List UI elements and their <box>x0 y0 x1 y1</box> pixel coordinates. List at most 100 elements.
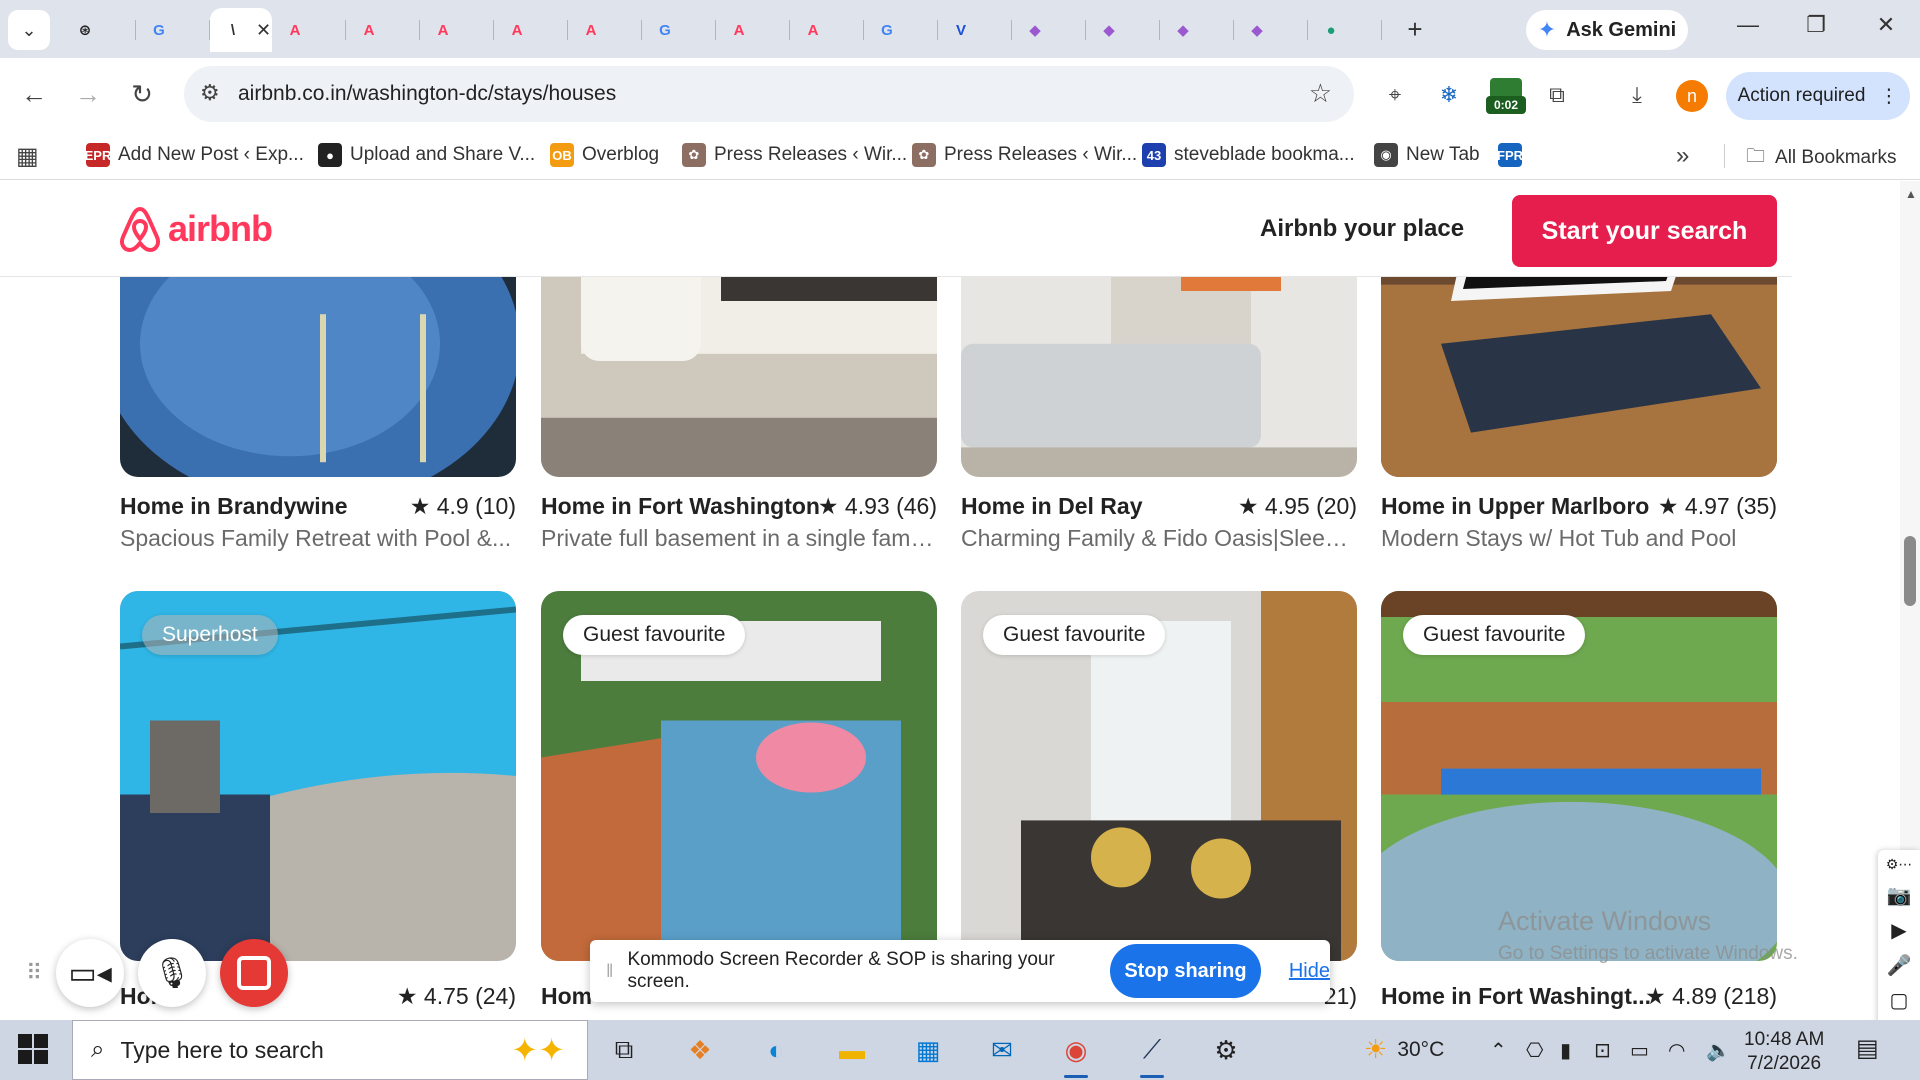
browser-tab[interactable]: A <box>420 8 494 52</box>
bookmark-item[interactable]: ✿ Press Releases ‹ Wir... <box>912 142 1137 168</box>
browser-tab[interactable]: V <box>938 8 1012 52</box>
site-info-icon[interactable]: ⚙ <box>200 80 220 106</box>
wifi-icon[interactable]: ◠ <box>1668 1038 1685 1063</box>
close-tab-icon[interactable]: ✕ <box>256 20 271 41</box>
browser-tab[interactable]: G <box>136 8 210 52</box>
recorder-taskbar-icon[interactable]: ⟋ <box>1130 1030 1174 1078</box>
taskbar-clock[interactable]: 10:48 AM 7/2/2026 <box>1744 1028 1824 1076</box>
location-extension-icon[interactable]: ⌖ <box>1378 78 1412 112</box>
browser-tab[interactable]: ◆ <box>1234 8 1308 52</box>
browser-tab[interactable]: G <box>642 8 716 52</box>
tab-search-button[interactable]: ⌄ <box>8 10 50 50</box>
windows-start-button[interactable] <box>18 1034 50 1066</box>
browser-tab[interactable]: A <box>568 8 642 52</box>
window-capture-icon[interactable]: ▢ <box>1890 988 1909 1013</box>
audio-record-icon[interactable]: 🎤 <box>1887 953 1912 978</box>
back-button[interactable]: ← <box>14 74 54 114</box>
new-tab-button[interactable]: + <box>1398 12 1432 46</box>
bookmark-item[interactable]: OB Overblog <box>550 142 659 168</box>
browser-tab[interactable]: ◆ <box>1012 8 1086 52</box>
tray-chevron-up-icon[interactable]: ⌃ <box>1490 1038 1507 1063</box>
tray-record-icon[interactable]: ⊡ <box>1594 1038 1611 1063</box>
browser-tab[interactable]: A <box>716 8 790 52</box>
airbnb-logo[interactable]: airbnb <box>118 205 273 253</box>
camera-toggle-button[interactable]: ▭◂ <box>56 939 125 1007</box>
listing-photo[interactable]: Guest favourite <box>961 591 1357 961</box>
ask-gemini-button[interactable]: ✦ Ask Gemini <box>1526 10 1688 50</box>
browser-tab[interactable]: A <box>346 8 420 52</box>
browser-tab[interactable]: A <box>790 8 864 52</box>
browser-tab[interactable]: ● <box>1308 8 1382 52</box>
more-bookmarks-chevron-icon[interactable]: » <box>1676 142 1689 170</box>
settings-dots-icon[interactable]: ⚙⋯ <box>1886 856 1913 873</box>
all-bookmarks-button[interactable]: 🗀 All Bookmarks <box>1746 142 1896 174</box>
forward-button[interactable]: → <box>68 74 108 114</box>
chrome-taskbar-icon[interactable]: ◉ <box>1054 1030 1098 1078</box>
copilot-sparkle-icon: ✦✦ <box>511 1032 565 1068</box>
action-required-button[interactable]: Action required ⋮ <box>1726 72 1910 120</box>
start-your-search-button[interactable]: Start your search <box>1512 195 1777 267</box>
bookmark-item[interactable]: 43 steveblade bookma... <box>1142 142 1355 168</box>
download-icon[interactable]: ⤓ <box>1620 78 1654 112</box>
close-window-button[interactable]: ✕ <box>1866 12 1906 38</box>
listing-rating: ★ 4.9 (10) <box>409 493 516 519</box>
site-header: airbnb Airbnb your place Start your sear… <box>0 181 1792 277</box>
bookmark-favicon-icon: 43 <box>1142 143 1166 167</box>
apps-grid-icon[interactable]: ▦ <box>16 142 39 171</box>
bookmark-item[interactable]: EPR Add New Post ‹ Exp... <box>85 142 304 168</box>
restore-button[interactable]: ❐ <box>1796 12 1836 38</box>
bookmark-star-icon[interactable]: ☆ <box>1309 78 1332 109</box>
profile-avatar[interactable]: n <box>1676 80 1708 112</box>
video-record-icon[interactable]: ▶ <box>1891 918 1906 943</box>
listing-photo[interactable]: Guest favourite <box>541 591 937 961</box>
reload-button[interactable]: ↻ <box>122 74 162 114</box>
minimize-button[interactable]: — <box>1728 12 1768 38</box>
tray-meet-icon[interactable]: ⎔ <box>1526 1038 1543 1063</box>
file-explorer-icon[interactable]: ▬ <box>830 1030 874 1070</box>
airbnb-wordmark: airbnb <box>168 208 273 249</box>
browser-tab[interactable]: \ ✕ <box>210 8 272 52</box>
scroll-up-arrow-icon[interactable]: ▲ <box>1905 187 1917 201</box>
settings-gear-icon[interactable]: ⚙ <box>1204 1030 1248 1070</box>
notification-center-icon[interactable]: ▤ <box>1856 1034 1879 1063</box>
scrollbar-thumb[interactable] <box>1904 536 1916 606</box>
volume-icon[interactable]: 🔈 <box>1706 1038 1731 1063</box>
address-bar[interactable]: ⚙ airbnb.co.in/washington-dc/stays/house… <box>184 66 1354 122</box>
listing-title: Home in Fort Washington <box>541 493 820 519</box>
taskbar-search-box[interactable]: ⌕ Type here to search ✦✦ <box>72 1020 588 1080</box>
task-view-icon[interactable]: ⧉ <box>602 1030 646 1070</box>
airbnb-your-place-link[interactable]: Airbnb your place <box>1260 215 1464 243</box>
browser-tab[interactable]: G <box>864 8 938 52</box>
snowflake-extension-icon[interactable]: ❄ <box>1432 78 1466 112</box>
screenshot-camera-icon[interactable]: 📷 <box>1887 883 1912 908</box>
browser-tab[interactable]: A <box>494 8 568 52</box>
bookmark-item[interactable]: FPR <box>1497 142 1523 168</box>
bookmark-label: Press Releases ‹ Wir... <box>944 144 1138 165</box>
browser-tab[interactable]: ⊛ <box>62 8 136 52</box>
bookmark-item[interactable]: ✿ Press Releases ‹ Wir... <box>682 142 907 168</box>
all-bookmarks-label: All Bookmarks <box>1775 147 1897 168</box>
stop-recording-button[interactable] <box>220 939 289 1007</box>
stop-sharing-button[interactable]: Stop sharing <box>1110 944 1261 998</box>
battery-icon[interactable]: ▭ <box>1630 1038 1649 1063</box>
drag-handle-icon[interactable]: ⠿ <box>26 960 42 986</box>
copilot-app-icon[interactable]: ❖ <box>678 1030 722 1070</box>
edge-browser-icon[interactable]: ◐ <box>754 1030 798 1070</box>
tray-mic-icon[interactable]: ▮ <box>1560 1038 1571 1063</box>
browser-tab[interactable]: ◆ <box>1160 8 1234 52</box>
action-required-label: Action required <box>1737 85 1866 106</box>
browser-tab[interactable]: A <box>272 8 346 52</box>
hide-link[interactable]: Hide <box>1289 960 1330 983</box>
microsoft-store-icon[interactable]: ▦ <box>906 1030 950 1070</box>
listing-photo[interactable]: Superhost <box>120 591 516 961</box>
extensions-puzzle-icon[interactable]: ⧉ <box>1540 78 1574 112</box>
microphone-toggle-button[interactable]: 🎙 <box>138 939 207 1007</box>
bookmark-item[interactable]: ● Upload and Share V... <box>318 142 535 168</box>
recorder-extension-button[interactable]: 0:02 <box>1486 78 1526 114</box>
weather-widget[interactable]: ☀ 30°C <box>1364 1034 1444 1065</box>
browser-tab[interactable]: ◆ <box>1086 8 1160 52</box>
url-text: airbnb.co.in/washington-dc/stays/houses <box>238 82 617 105</box>
outlook-icon[interactable]: ✉ <box>980 1030 1024 1070</box>
listing-rating: ★ 4.97 (35) <box>1657 493 1777 519</box>
bookmark-item[interactable]: ◉ New Tab <box>1374 142 1480 168</box>
